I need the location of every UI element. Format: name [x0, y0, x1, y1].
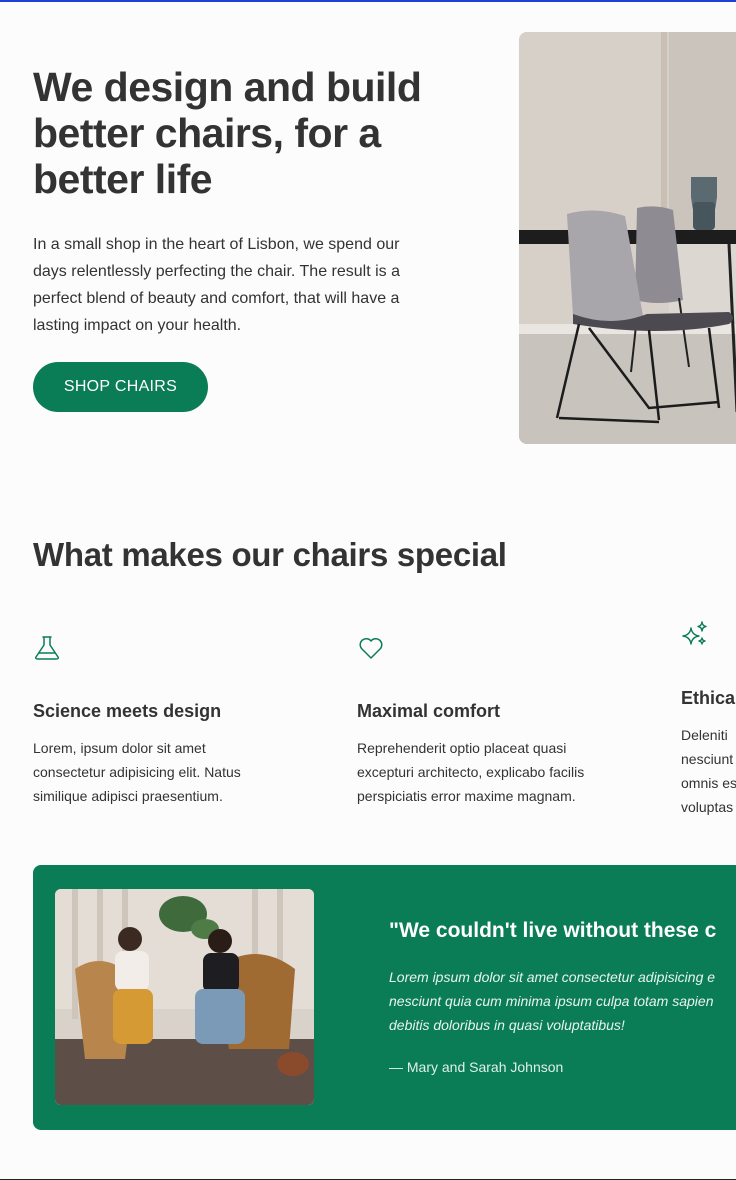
testimonial-quote: Lorem ipsum dolor sit amet consectetur a… — [389, 969, 716, 1033]
hero-title: We design and build better chairs, for a… — [33, 64, 422, 202]
testimonial-card: "We couldn't live without these c Lorem … — [33, 865, 736, 1130]
feature-title: Science meets design — [33, 701, 222, 721]
feature-description: Reprehenderit optio placeat quasi except… — [357, 740, 585, 804]
feature-description: Deleniti nesciunt omnis es voluptas — [681, 727, 736, 815]
flask-icon — [33, 634, 61, 662]
testimonial-title: "We couldn't live without these c — [389, 919, 717, 942]
testimonial-author: — Mary and Sarah Johnson — [389, 1059, 564, 1075]
feature-title: Ethical — [681, 688, 736, 708]
sparkles-icon — [681, 620, 709, 648]
feature-description: Lorem, ipsum dolor sit amet consectetur … — [33, 740, 241, 804]
feature-card: Ethical Deleniti nesciunt omnis es volup… — [681, 620, 736, 830]
hero-chair-image — [519, 32, 736, 444]
top-accent-bar — [0, 0, 736, 2]
shop-chairs-button[interactable]: SHOP CHAIRS — [33, 362, 208, 412]
feature-title: Maximal comfort — [357, 701, 501, 721]
features-title: What makes our chairs special — [33, 536, 507, 573]
testimonial-photo — [55, 889, 314, 1105]
hero-description: In a small shop in the heart of Lisbon, … — [33, 236, 400, 334]
heart-icon — [357, 634, 385, 662]
